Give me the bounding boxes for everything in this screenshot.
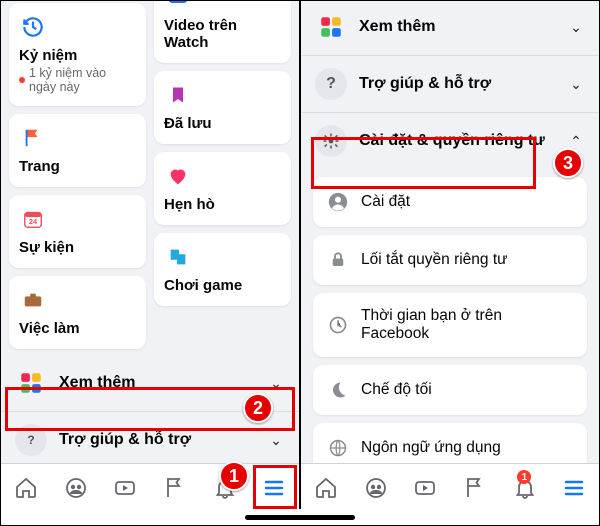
tab-home[interactable]: [1, 464, 51, 511]
card-events[interactable]: 24 Sự kiện: [9, 195, 146, 268]
home-indicator: [1, 509, 599, 525]
tab-menu[interactable]: [249, 464, 299, 511]
callout-2: 2: [243, 393, 273, 423]
watch-icon: [164, 1, 192, 11]
tab-watch[interactable]: [100, 464, 150, 511]
tab-menu[interactable]: [549, 464, 599, 511]
question-icon: ?: [15, 424, 47, 456]
item-settings[interactable]: Cài đặt: [313, 177, 587, 227]
callout-1: 1: [219, 461, 249, 491]
heart-icon: [164, 162, 192, 190]
svg-text:24: 24: [29, 217, 38, 226]
calendar-icon: 24: [19, 205, 47, 233]
card-title: Trang: [19, 158, 136, 175]
tab-home[interactable]: [301, 464, 351, 511]
globe-icon: [327, 437, 349, 459]
card-watch[interactable]: Video trên Watch: [154, 1, 291, 63]
flag-icon: [19, 124, 47, 152]
game-icon: [164, 243, 192, 271]
item-label: Thời gian bạn ở trên Facebook: [361, 307, 573, 343]
card-dating[interactable]: Hẹn hò: [154, 152, 291, 225]
row-label: Xem thêm: [59, 374, 255, 392]
card-sub: 1 kỷ niệm vào ngày này: [19, 66, 136, 94]
tab-notifications[interactable]: 1: [500, 464, 550, 511]
tab-pages[interactable]: [450, 464, 500, 511]
callout-3: 3: [553, 148, 583, 178]
card-title: Video trên Watch: [164, 17, 281, 51]
tab-groups[interactable]: [351, 464, 401, 511]
left-screenshot: Kỷ niệm 1 kỷ niệm vào ngày này Trang 24 …: [1, 1, 299, 511]
clock-icon: [327, 314, 349, 336]
briefcase-icon: [19, 286, 47, 314]
gear-icon: [315, 125, 347, 157]
question-icon: ?: [315, 68, 347, 100]
card-memories[interactable]: Kỷ niệm 1 kỷ niệm vào ngày này: [9, 3, 146, 106]
chevron-down-icon: ⌄: [267, 432, 285, 449]
row-help[interactable]: ? Trợ giúp & hỗ trợ ⌄: [301, 56, 599, 112]
bottom-tabbar: [1, 463, 299, 511]
lock-icon: [327, 249, 349, 271]
person-circle-icon: [327, 191, 349, 213]
row-label: Trợ giúp & hỗ trợ: [359, 75, 555, 93]
card-gaming[interactable]: Chơi game: [154, 233, 291, 306]
card-title: Sự kiện: [19, 239, 136, 256]
bottom-tabbar: 1: [301, 463, 599, 511]
card-title: Chơi game: [164, 277, 281, 294]
moon-icon: [327, 379, 349, 401]
apps-grid-icon: [315, 11, 347, 43]
card-title: Đã lưu: [164, 115, 281, 132]
row-see-more[interactable]: Xem thêm ⌄: [301, 1, 599, 55]
card-jobs[interactable]: Việc làm: [9, 276, 146, 349]
item-dark-mode[interactable]: Chế độ tối: [313, 365, 587, 415]
item-privacy-shortcuts[interactable]: Lối tắt quyền riêng tư: [313, 235, 587, 285]
card-title: Việc làm: [19, 320, 136, 337]
item-label: Ngôn ngữ ứng dụng: [361, 439, 501, 457]
card-pages[interactable]: Trang: [9, 114, 146, 187]
item-your-time[interactable]: Thời gian bạn ở trên Facebook: [313, 293, 587, 357]
chevron-down-icon: ⌄: [567, 76, 585, 93]
bookmark-icon: [164, 81, 192, 109]
card-saved[interactable]: Đã lưu: [154, 71, 291, 144]
row-label: Xem thêm: [359, 18, 555, 36]
row-label: Trợ giúp & hỗ trợ: [59, 431, 255, 449]
tab-groups[interactable]: [51, 464, 101, 511]
row-label: Cài đặt & quyền riêng tư: [359, 132, 555, 150]
apps-grid-icon: [15, 367, 47, 399]
chevron-down-icon: ⌄: [267, 375, 285, 392]
tab-pages[interactable]: [150, 464, 200, 511]
card-title: Hẹn hò: [164, 196, 281, 213]
clock-rewind-icon: [19, 13, 47, 41]
tab-watch[interactable]: [400, 464, 450, 511]
card-title: Kỷ niệm: [19, 47, 136, 64]
chevron-down-icon: ⌄: [567, 19, 585, 36]
item-label: Chế độ tối: [361, 381, 432, 399]
chevron-up-icon: ⌃: [567, 133, 585, 150]
svg-text:?: ?: [27, 433, 34, 447]
right-screenshot: Xem thêm ⌄ ? Trợ giúp & hỗ trợ ⌄ Cài đặt…: [301, 1, 599, 511]
item-label: Cài đặt: [361, 193, 410, 211]
item-label: Lối tắt quyền riêng tư: [361, 251, 508, 269]
